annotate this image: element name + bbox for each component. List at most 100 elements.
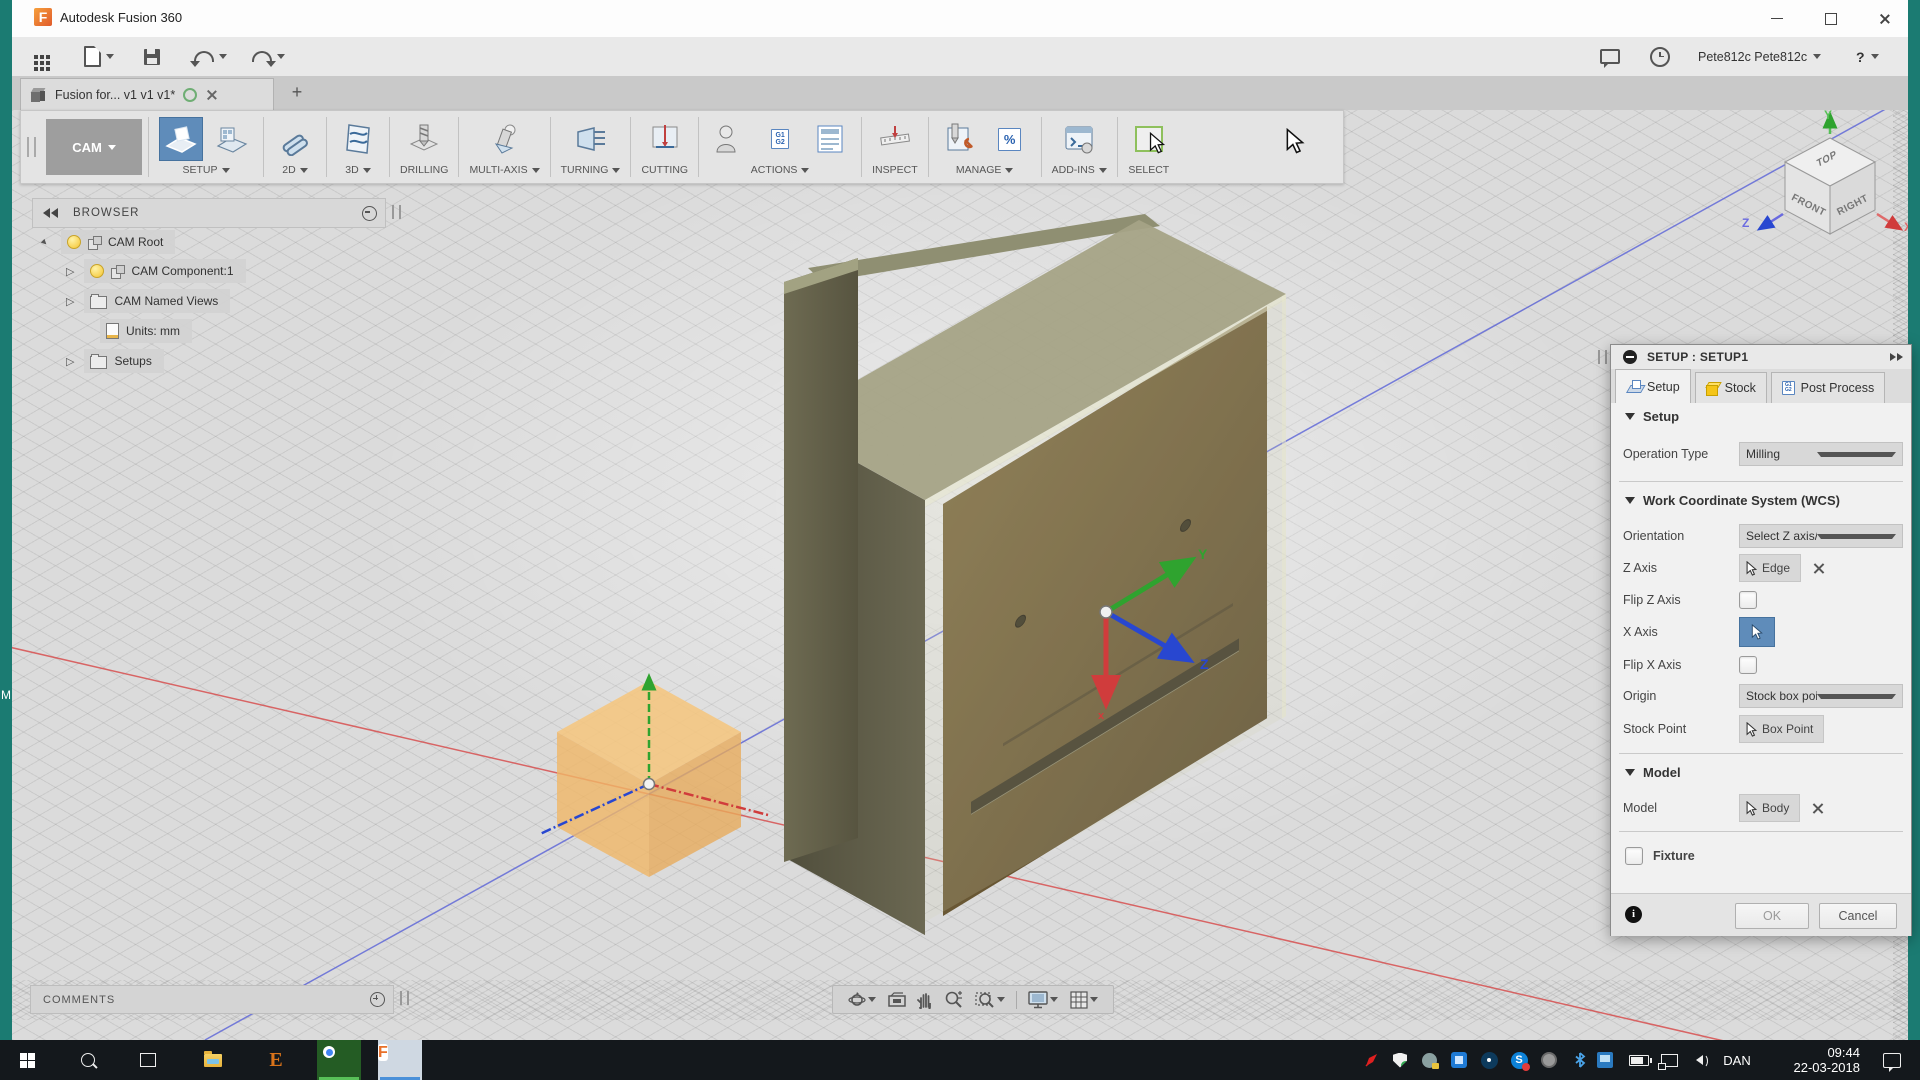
2d-menu[interactable]: 2D	[282, 164, 307, 176]
taskbar-search-button[interactable]	[68, 1040, 108, 1080]
fusion-taskbar-button[interactable]: F	[378, 1040, 422, 1080]
tray-display-app-icon[interactable]	[1591, 1040, 1619, 1080]
tree-collapsed-icon[interactable]: ▷	[66, 355, 74, 368]
file-menu-button[interactable]	[84, 37, 114, 76]
dialog-grip[interactable]	[1598, 350, 1607, 364]
maximize-button[interactable]	[1808, 0, 1854, 37]
zoom-window-button[interactable]	[975, 990, 1005, 1009]
select-button[interactable]	[1128, 118, 1170, 160]
taskbar-clock[interactable]: 09:44 22-03-2018	[1765, 1040, 1860, 1080]
tray-bluetooth-icon[interactable]	[1566, 1040, 1594, 1080]
tree-collapsed-icon[interactable]: ▷	[66, 265, 74, 278]
visibility-bulb-icon[interactable]	[90, 264, 104, 278]
app-grid-button[interactable]	[34, 37, 38, 76]
post-process-button[interactable]	[709, 118, 751, 160]
tray-defender-icon[interactable]	[1386, 1040, 1414, 1080]
dialog-dock-icon[interactable]	[1889, 353, 1903, 361]
actions-menu[interactable]: ACTIONS	[751, 164, 810, 176]
tray-network-icon[interactable]	[1655, 1040, 1683, 1080]
model-select-button[interactable]: Body	[1739, 794, 1800, 822]
ok-button[interactable]: OK	[1735, 903, 1809, 929]
clear-z-axis-icon[interactable]	[1813, 563, 1824, 574]
turning-menu[interactable]: TURNING	[561, 164, 621, 176]
tray-hub-icon[interactable]	[1475, 1040, 1503, 1080]
add-ins-menu[interactable]: ADD-INS	[1052, 164, 1107, 176]
tray-skype-icon[interactable]: S	[1505, 1040, 1533, 1080]
tree-collapsed-icon[interactable]: ▷	[66, 295, 74, 308]
drilling-button[interactable]	[403, 118, 445, 160]
origin-select[interactable]: Stock box point	[1739, 684, 1903, 708]
tree-row-cam-root[interactable]: ▼ CAM Root	[40, 230, 175, 254]
file-explorer-button[interactable]	[193, 1040, 233, 1080]
panel-grip[interactable]	[392, 205, 401, 219]
toolbar-grip[interactable]	[27, 137, 36, 157]
orbit-button[interactable]	[848, 991, 876, 1009]
inspect-button[interactable]	[874, 118, 916, 160]
fixture-checkbox[interactable]	[1625, 847, 1643, 865]
job-status-button[interactable]	[1650, 37, 1670, 76]
3d-milling-button[interactable]	[337, 118, 379, 160]
browser-header[interactable]: BROWSER	[32, 198, 386, 228]
z-axis-select-button[interactable]: Edge	[1739, 554, 1801, 582]
tree-row-named-views[interactable]: ▷ CAM Named Views	[66, 289, 230, 313]
autodesk-app-button[interactable]: E	[256, 1040, 296, 1080]
look-at-button[interactable]	[888, 992, 906, 1008]
section-wcs[interactable]: Work Coordinate System (WCS)	[1625, 493, 1840, 508]
turning-button[interactable]	[570, 118, 612, 160]
tray-battery-icon[interactable]	[1625, 1040, 1653, 1080]
manage-menu[interactable]: MANAGE	[956, 164, 1014, 176]
comments-bar[interactable]: COMMENTS	[30, 985, 394, 1014]
grid-layout-button[interactable]	[1070, 991, 1098, 1009]
inspect-button-label[interactable]: INSPECT	[872, 164, 918, 176]
new-tab-button[interactable]: +	[288, 83, 306, 101]
g-code-button[interactable]: G1G2	[759, 118, 801, 160]
stock-point-select-button[interactable]: Box Point	[1739, 715, 1824, 743]
help-menu[interactable]: ?	[1856, 37, 1879, 76]
tray-pen-icon[interactable]	[1358, 1040, 1386, 1080]
select-button-label[interactable]: SELECT	[1128, 164, 1169, 176]
tab-stock[interactable]: Stock	[1695, 372, 1767, 403]
cutting-button-label[interactable]: CUTTING	[641, 164, 688, 176]
dialog-collapse-icon[interactable]	[1623, 350, 1637, 364]
document-tab[interactable]: Fusion for... v1 v1 v1*	[20, 78, 274, 111]
tray-volume-icon[interactable]	[1685, 1040, 1713, 1080]
setup-folder-button[interactable]	[211, 118, 253, 160]
tree-row-cam-component[interactable]: ▷ CAM Component:1	[66, 259, 246, 283]
operation-type-select[interactable]: Milling	[1739, 442, 1903, 466]
chrome-button[interactable]	[317, 1040, 361, 1080]
clear-model-icon[interactable]	[1812, 803, 1823, 814]
display-settings-button[interactable]	[1028, 991, 1058, 1009]
tab-post-process[interactable]: G1G2 Post Process	[1771, 372, 1885, 403]
visibility-bulb-icon[interactable]	[67, 235, 81, 249]
language-indicator[interactable]: DAN	[1712, 1040, 1762, 1080]
zoom-button[interactable]	[944, 990, 963, 1009]
tree-row-setups[interactable]: ▷ Setups	[66, 349, 164, 373]
undo-button[interactable]	[194, 37, 227, 76]
tree-row-units[interactable]: Units: mm	[100, 319, 192, 343]
save-button[interactable]	[144, 37, 160, 76]
info-icon[interactable]: i	[1625, 906, 1642, 923]
tray-blue-app-icon[interactable]	[1445, 1040, 1473, 1080]
setup-menu[interactable]: SETUP	[182, 164, 229, 176]
tree-expanded-icon[interactable]: ▼	[38, 236, 51, 249]
account-menu[interactable]: Pete812c Pete812c	[1698, 37, 1821, 76]
pan-button[interactable]	[917, 991, 933, 1009]
section-model[interactable]: Model	[1625, 765, 1681, 780]
browser-minimize-icon[interactable]	[362, 206, 377, 221]
flip-z-checkbox[interactable]	[1739, 591, 1757, 609]
2d-milling-button[interactable]	[274, 118, 316, 160]
3d-menu[interactable]: 3D	[345, 164, 370, 176]
panel-grip[interactable]	[400, 991, 409, 1005]
flip-x-checkbox[interactable]	[1739, 656, 1757, 674]
new-setup-button[interactable]	[159, 117, 203, 161]
tool-library-button[interactable]	[939, 118, 981, 160]
minimize-button[interactable]	[1754, 0, 1800, 37]
section-setup[interactable]: Setup	[1625, 409, 1679, 424]
cutting-button[interactable]	[644, 118, 686, 160]
close-button[interactable]	[1862, 0, 1908, 37]
task-view-button[interactable]	[128, 1040, 168, 1080]
tab-setup[interactable]: Setup	[1615, 369, 1691, 403]
feeds-speeds-button[interactable]: %	[989, 118, 1031, 160]
add-ins-button[interactable]	[1058, 118, 1100, 160]
multi-axis-button[interactable]	[484, 118, 526, 160]
